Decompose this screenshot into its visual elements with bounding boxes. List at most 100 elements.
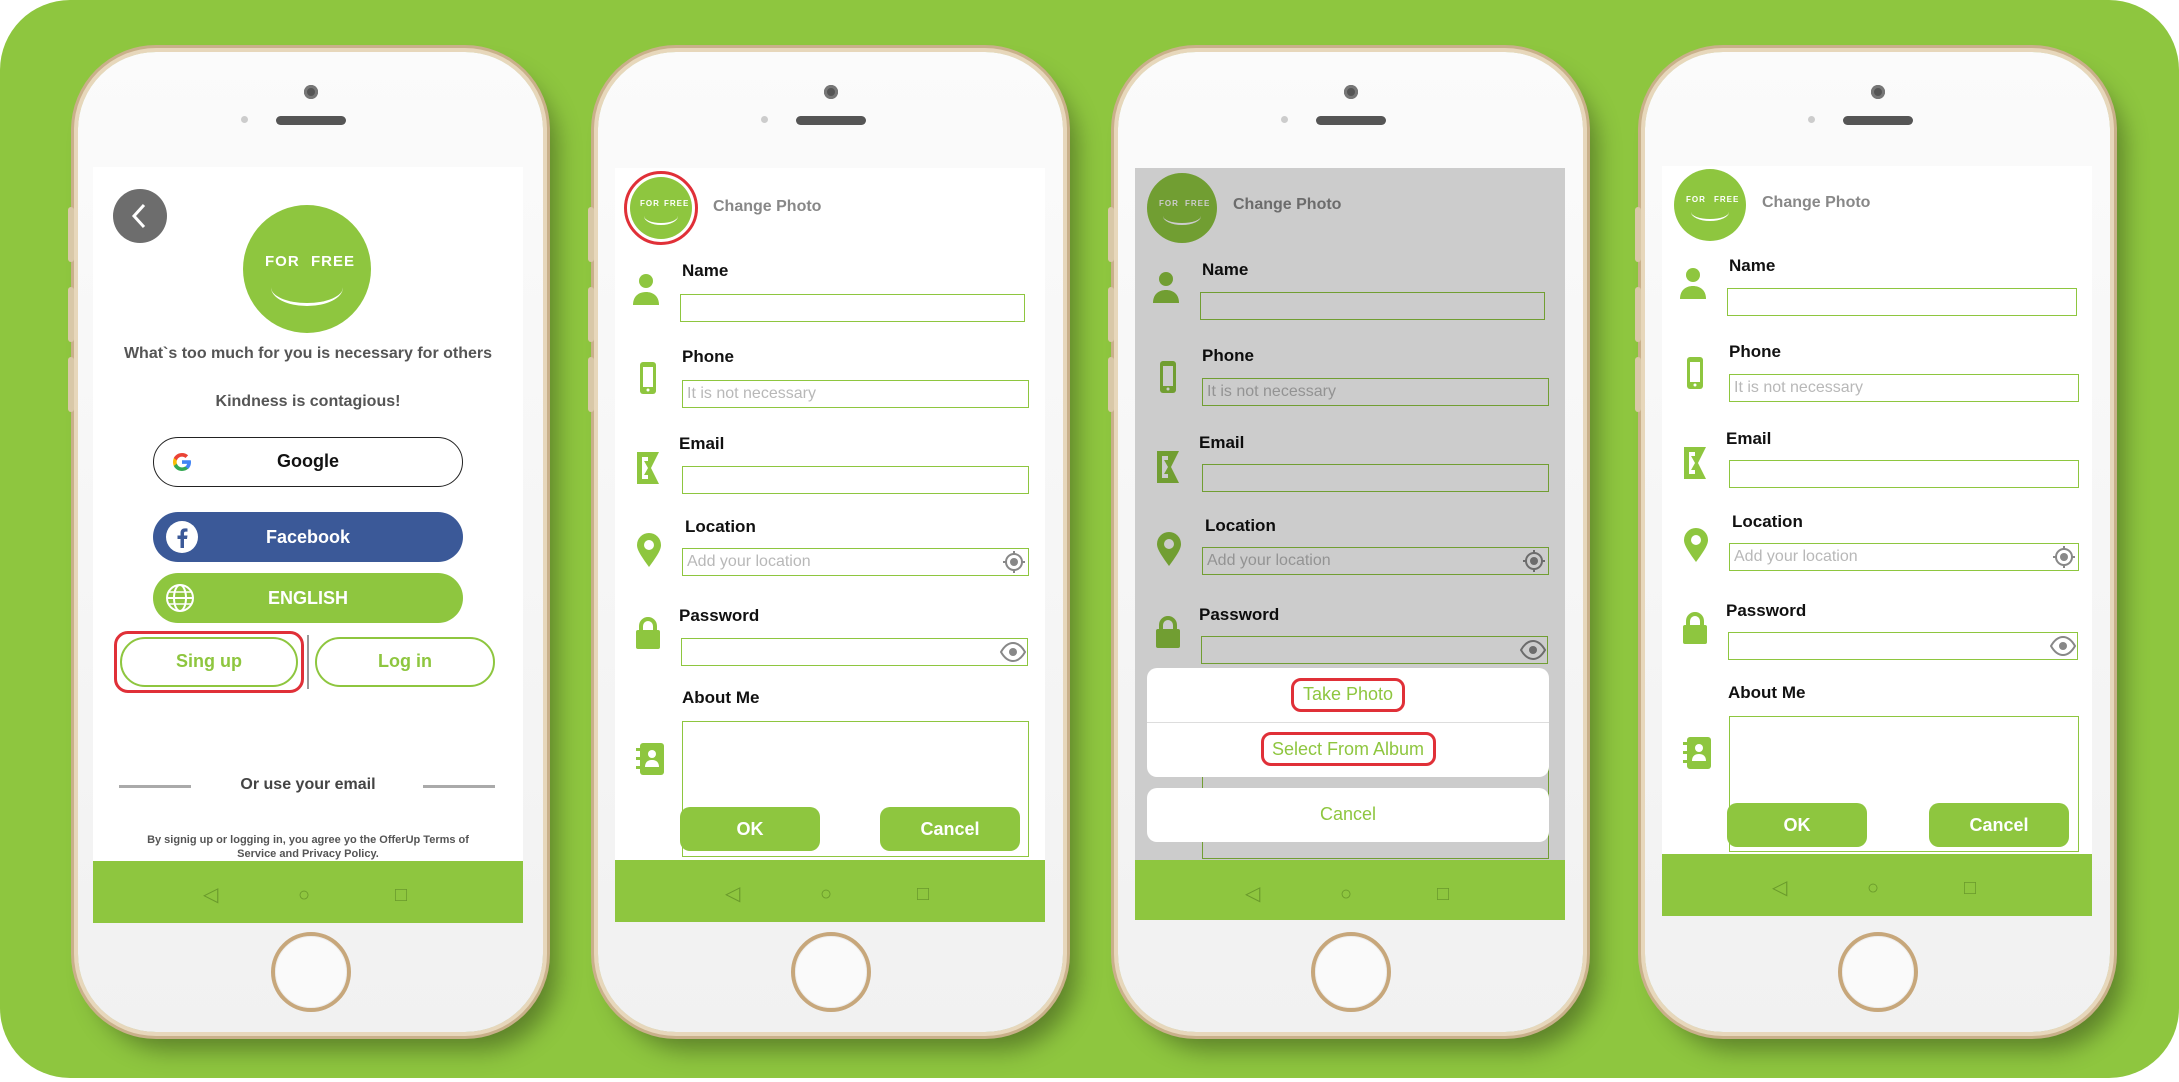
gps-target-icon[interactable]	[2052, 545, 2076, 569]
sensor	[760, 116, 768, 123]
front-camera	[303, 85, 318, 99]
email-field[interactable]	[1729, 460, 2079, 488]
facebook-button[interactable]: Facebook	[153, 512, 463, 562]
home-button[interactable]	[1837, 932, 1918, 1012]
globe-icon	[166, 584, 194, 612]
avatar[interactable]: FOR FREE	[1674, 169, 1746, 241]
front-camera	[1870, 85, 1885, 99]
nav-back-icon[interactable]: ◁	[1772, 878, 1787, 898]
action-cancel-label: Cancel	[1319, 804, 1377, 824]
location-label: Location	[685, 517, 756, 536]
nav-recent-icon[interactable]: □	[1437, 884, 1449, 904]
ok-button[interactable]: OK	[680, 807, 820, 851]
eye-icon[interactable]	[1000, 642, 1026, 662]
home-button[interactable]	[1310, 932, 1391, 1012]
speaker	[1842, 116, 1913, 125]
nav-home-icon[interactable]: ○	[298, 885, 310, 905]
tagline: What`s too much for you is necessary for…	[123, 345, 493, 362]
select-album-option[interactable]: Select From Album	[1147, 723, 1549, 777]
person-icon	[1680, 268, 1706, 299]
language-button[interactable]: ENGLISH	[153, 573, 463, 623]
google-button[interactable]: Google	[153, 437, 463, 487]
subtitle: Kindness is contagious!	[215, 393, 401, 410]
back-button[interactable]	[113, 189, 167, 243]
ok-button[interactable]: OK	[1727, 803, 1867, 847]
avatar[interactable]: FOR FREE	[630, 177, 692, 239]
take-photo-option[interactable]: Take Photo	[1147, 668, 1549, 723]
name-field[interactable]	[680, 294, 1025, 322]
take-photo-label: Take Photo	[1302, 684, 1394, 704]
eye-icon[interactable]	[2050, 636, 2076, 656]
password-label: Password	[679, 606, 760, 625]
nav-back-icon[interactable]: ◁	[203, 885, 218, 905]
app-logo: FOR FREE	[243, 205, 371, 333]
action-sheet-cancel[interactable]: Cancel	[1147, 788, 1549, 842]
phone-3: FOR FREE Change Photo Name Phone It is n…	[1108, 52, 1583, 1032]
password-field[interactable]	[681, 638, 1028, 666]
person-icon	[633, 274, 659, 305]
phone-label: Phone	[682, 347, 734, 366]
about-me-label: About Me	[1728, 683, 1806, 702]
nav-home-icon[interactable]: ○	[1867, 878, 1879, 898]
location-field[interactable]: Add your location	[682, 548, 1029, 576]
google-button-label: Google	[277, 451, 339, 471]
nav-recent-icon[interactable]: □	[1964, 878, 1976, 898]
cancel-button[interactable]: Cancel	[1929, 803, 2069, 847]
home-button[interactable]	[270, 932, 351, 1012]
gps-target-icon[interactable]	[1002, 550, 1026, 574]
screen-signin: FOR FREE What`s too much for you is nece…	[93, 167, 523, 923]
email-label: Email	[679, 434, 725, 453]
location-field[interactable]: Add your location	[1729, 543, 2079, 571]
phone-2: FOR FREE Change Photo Name Phone It is n…	[588, 52, 1063, 1032]
change-photo-link[interactable]: Change Photo	[713, 198, 821, 216]
phone-field[interactable]: It is not necessary	[1729, 374, 2079, 402]
phone-icon	[1687, 357, 1703, 389]
phone-icon	[640, 362, 656, 394]
sensor	[240, 116, 248, 123]
nav-back-icon[interactable]: ◁	[1245, 884, 1260, 904]
contacts-icon	[636, 743, 664, 775]
terms-text: By signig up or logging in, you agree yo…	[147, 834, 469, 860]
logo-smile	[1691, 203, 1729, 221]
name-field[interactable]	[1727, 288, 2077, 316]
or-email-label: Or use your email	[240, 776, 376, 793]
email-field[interactable]	[682, 466, 1029, 494]
lock-icon	[636, 617, 660, 649]
contacts-icon	[1683, 737, 1711, 769]
location-pin-icon	[1684, 528, 1708, 562]
select-album-label: Select From Album	[1271, 739, 1425, 759]
phone-4: FOR FREE Change Photo Name Phone It is n…	[1635, 52, 2110, 1032]
action-sheet-options: Take Photo Select From Album	[1147, 668, 1549, 777]
home-button[interactable]	[790, 932, 871, 1012]
android-nav-bar: ◁ ○ □	[93, 861, 523, 923]
login-button[interactable]: Log in	[315, 637, 495, 687]
android-nav-bar: ◁ ○ □	[1135, 860, 1565, 920]
logo-text-for: FOR	[265, 253, 300, 270]
speaker	[275, 116, 346, 125]
screen-photo-picker: FOR FREE Change Photo Name Phone It is n…	[1135, 168, 1565, 920]
phone-field[interactable]: It is not necessary	[682, 380, 1029, 408]
phone-1: FOR FREE What`s too much for you is nece…	[68, 52, 543, 1032]
nav-recent-icon[interactable]: □	[395, 885, 407, 905]
signup-button[interactable]: Sing up	[120, 637, 298, 687]
google-icon	[173, 453, 191, 471]
nav-recent-icon[interactable]: □	[917, 884, 929, 904]
name-label: Name	[682, 261, 729, 280]
nav-back-icon[interactable]: ◁	[725, 884, 740, 904]
nav-home-icon[interactable]: ○	[1340, 884, 1352, 904]
language-button-label: ENGLISH	[267, 588, 348, 608]
screen-profile-form: FOR FREE Change Photo Name Phone It is n…	[615, 168, 1045, 922]
password-field[interactable]	[1728, 632, 2078, 660]
divider-left	[119, 785, 191, 788]
signup-button-label: Sing up	[176, 651, 242, 671]
button-divider	[307, 635, 309, 689]
email-label: Email	[1726, 429, 1772, 448]
speaker	[1315, 116, 1386, 125]
change-photo-link[interactable]: Change Photo	[1762, 194, 1870, 212]
logo-smile	[644, 207, 678, 225]
cancel-button[interactable]: Cancel	[880, 807, 1020, 851]
nav-home-icon[interactable]: ○	[820, 884, 832, 904]
logo-smile	[271, 269, 343, 306]
lock-icon	[1683, 612, 1707, 644]
sensor	[1280, 116, 1288, 123]
